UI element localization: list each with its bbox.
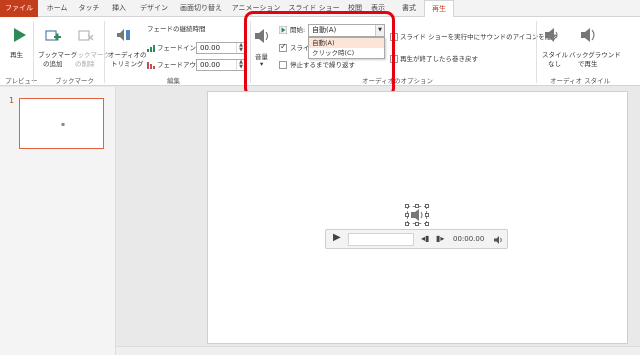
- group-divider: [104, 21, 105, 83]
- fade-in-label: フェードイン:: [157, 44, 199, 52]
- audio-styles-group-label: オーディオ スタイル: [550, 77, 611, 85]
- tab-file[interactable]: ファイル: [0, 0, 38, 17]
- remove-bookmark-label-2: の削除: [75, 60, 95, 68]
- trim-audio-label[interactable]: オーディオの: [108, 51, 147, 59]
- preview-play-label[interactable]: 再生: [10, 51, 23, 59]
- rewind-label: 再生が終了したら巻き戻す: [400, 55, 478, 63]
- play-in-background-icon[interactable]: [579, 26, 597, 44]
- play-icon[interactable]: [10, 26, 28, 44]
- slide-thumbnail[interactable]: ▪: [19, 98, 104, 149]
- add-bookmark-icon[interactable]: [44, 27, 62, 45]
- fade-out-stepper[interactable]: 00.00 ▲ ▼: [196, 59, 246, 71]
- fade-in-value: 00.00: [200, 44, 221, 52]
- no-style-label-2[interactable]: なし: [548, 60, 561, 68]
- bookmark-group-label: ブックマーク: [55, 77, 94, 85]
- rewind-icon[interactable]: ◂▮: [421, 234, 429, 244]
- highlight-frame: [244, 11, 395, 97]
- group-divider: [33, 21, 34, 83]
- resize-handle[interactable]: [425, 213, 429, 217]
- resize-handle[interactable]: [405, 204, 409, 208]
- tab-transitions[interactable]: 画面切り替え: [177, 0, 225, 17]
- no-style-label[interactable]: スタイル: [542, 51, 568, 59]
- no-style-icon[interactable]: [543, 26, 561, 44]
- play-icon[interactable]: ▶: [333, 233, 341, 243]
- resize-handle[interactable]: [405, 222, 409, 226]
- playback-time: 00:00.00: [453, 235, 485, 243]
- play-in-background-label-2[interactable]: で再生: [578, 60, 598, 68]
- fade-out-icon: [147, 62, 155, 69]
- fade-out-value: 00.00: [200, 61, 221, 69]
- resize-handle[interactable]: [415, 222, 419, 226]
- add-bookmark-label-2[interactable]: の追加: [43, 60, 63, 68]
- resize-handle[interactable]: [425, 204, 429, 208]
- tab-format[interactable]: 書式: [396, 0, 422, 17]
- play-in-background-label[interactable]: バックグラウンド: [569, 51, 621, 59]
- resize-handle[interactable]: [405, 213, 409, 217]
- resize-handle[interactable]: [415, 204, 419, 208]
- group-divider: [536, 21, 537, 83]
- tab-touch[interactable]: タッチ: [75, 0, 103, 17]
- slide-number: 1: [9, 96, 15, 105]
- resize-handle[interactable]: [425, 222, 429, 226]
- trim-audio-icon[interactable]: [114, 26, 132, 44]
- media-player-bar: ▶ ◂▮ ▮▸ 00:00.00: [325, 229, 508, 249]
- tab-insert[interactable]: 挿入: [107, 0, 131, 17]
- seek-track[interactable]: [348, 233, 414, 246]
- tab-playback[interactable]: 再生: [424, 0, 454, 18]
- audio-marker-icon: ▪: [61, 121, 66, 128]
- trim-audio-label-2[interactable]: トリミング: [111, 60, 144, 68]
- player-volume-icon[interactable]: [493, 235, 503, 245]
- tab-design[interactable]: デザイン: [136, 0, 172, 17]
- edit-group-label: 編集: [167, 77, 180, 85]
- fast-forward-icon[interactable]: ▮▸: [436, 234, 444, 244]
- fade-in-icon: [147, 45, 155, 52]
- horizontal-scrollbar[interactable]: [116, 346, 640, 355]
- hide-during-show-label: スライド ショーを実行中にサウンドのアイコンを隠す: [400, 33, 558, 41]
- speaker-icon: [411, 209, 423, 221]
- fade-duration-title: フェードの継続時間: [147, 25, 206, 33]
- fade-in-stepper[interactable]: 00.00 ▲ ▼: [196, 42, 246, 54]
- tab-home[interactable]: ホーム: [42, 0, 72, 17]
- remove-bookmark-icon: [78, 30, 94, 41]
